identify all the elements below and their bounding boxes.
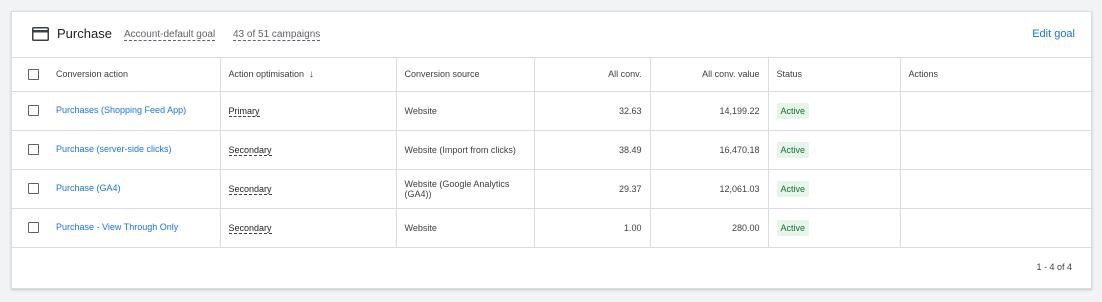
source-cell: Website (Google Analytics (GA4)) — [396, 169, 535, 209]
action-name-cell: Purchase (GA4) — [48, 169, 221, 209]
status-badge: Active — [776, 102, 810, 119]
column-label: Actions — [908, 69, 939, 80]
row-select-cell — [12, 169, 48, 209]
conversion-action-link[interactable]: Purchase (server-side clicks) — [56, 144, 172, 155]
column-header-status[interactable]: Status — [768, 58, 901, 92]
table-row: Purchase (server-side clicks) Secondary … — [12, 130, 1093, 170]
table-row: Purchases (Shopping Feed App) Primary We… — [12, 91, 1093, 131]
credit-card-icon — [32, 27, 49, 41]
select-all-cell — [12, 58, 48, 92]
optimisation-cell: Secondary — [220, 130, 397, 170]
actions-cell — [900, 208, 1093, 248]
row-select-cell — [12, 91, 48, 131]
all-conv-cell: 29.37 — [534, 169, 651, 209]
table-row: Purchase - View Through Only Secondary W… — [12, 208, 1093, 248]
action-name-cell: Purchase (server-side clicks) — [48, 130, 221, 170]
column-label: Status — [776, 69, 803, 80]
conversion-action-link[interactable]: Purchase - View Through Only — [56, 222, 178, 233]
action-name-cell: Purchases (Shopping Feed App) — [48, 91, 221, 131]
column-label: All conv. value — [702, 69, 760, 80]
row-checkbox[interactable] — [28, 144, 39, 155]
all-conv-value-cell: 14,199.22 — [650, 91, 769, 131]
optimisation-cell: Primary — [220, 91, 397, 131]
actions-cell — [900, 169, 1093, 209]
goal-type-link[interactable]: Account-default goal — [124, 29, 216, 41]
status-badge: Active — [776, 141, 810, 158]
optimisation-value[interactable]: Secondary — [228, 222, 272, 234]
conversion-action-link[interactable]: Purchase (GA4) — [56, 183, 121, 194]
optimisation-cell: Secondary — [220, 208, 397, 248]
column-header-all-conv[interactable]: All conv. — [534, 58, 651, 92]
status-badge: Active — [776, 219, 810, 236]
campaigns-link[interactable]: 43 of 51 campaigns — [233, 29, 321, 41]
table-row: Purchase (GA4) Secondary Website (Google… — [12, 169, 1093, 209]
source-cell: Website — [396, 208, 535, 248]
all-conv-cell: 32.63 — [534, 91, 651, 131]
column-label: All conv. — [608, 69, 642, 80]
row-select-cell — [12, 130, 48, 170]
status-cell: Active — [768, 208, 901, 248]
all-conv-cell: 38.49 — [534, 130, 651, 170]
status-cell: Active — [768, 169, 901, 209]
column-header-conversion-source[interactable]: Conversion source — [396, 58, 535, 92]
all-conv-value-cell: 16,470.18 — [650, 130, 769, 170]
row-checkbox[interactable] — [28, 222, 39, 233]
conversion-goal-card: Purchase Account-default goal 43 of 51 c… — [11, 11, 1093, 289]
actions-cell — [900, 91, 1093, 131]
table-header-row: Conversion action Action optimisation ↓ C… — [12, 58, 1093, 92]
status-badge: Active — [776, 180, 810, 197]
all-conv-cell: 1.00 — [534, 208, 651, 248]
action-name-cell: Purchase - View Through Only — [48, 208, 221, 248]
goal-title: Purchase — [57, 26, 112, 41]
row-select-cell — [12, 208, 48, 248]
pagination-info: 1 - 4 of 4 — [1036, 262, 1072, 272]
status-cell: Active — [768, 130, 901, 170]
arrow-down-icon: ↓ — [309, 68, 315, 80]
all-conv-value-cell: 280.00 — [650, 208, 769, 248]
column-label: Action optimisation — [228, 68, 305, 79]
column-header-conversion-action[interactable]: Conversion action — [48, 58, 221, 92]
optimisation-cell: Secondary — [220, 169, 397, 209]
actions-cell — [900, 130, 1093, 170]
column-label: Conversion action — [56, 69, 129, 80]
column-label: Conversion source — [404, 69, 480, 80]
edit-goal-button[interactable]: Edit goal — [1032, 28, 1075, 40]
optimisation-value[interactable]: Secondary — [228, 144, 272, 156]
conversion-actions-table: Conversion action Action optimisation ↓ C… — [12, 58, 1093, 248]
status-cell: Active — [768, 91, 901, 131]
column-header-actions: Actions — [900, 58, 1093, 92]
optimisation-value[interactable]: Primary — [228, 105, 260, 117]
source-cell: Website — [396, 91, 535, 131]
card-header: Purchase Account-default goal 43 of 51 c… — [12, 12, 1091, 58]
select-all-checkbox[interactable] — [28, 68, 39, 80]
row-checkbox[interactable] — [28, 183, 39, 194]
column-header-all-conv-value[interactable]: All conv. value — [650, 58, 769, 92]
optimisation-value[interactable]: Secondary — [228, 183, 272, 195]
row-checkbox[interactable] — [28, 105, 39, 116]
column-header-action-optimisation[interactable]: Action optimisation ↓ — [220, 58, 397, 92]
all-conv-value-cell: 12,061.03 — [650, 169, 769, 209]
source-cell: Website (Import from clicks) — [396, 130, 535, 170]
conversion-action-link[interactable]: Purchases (Shopping Feed App) — [56, 105, 186, 116]
